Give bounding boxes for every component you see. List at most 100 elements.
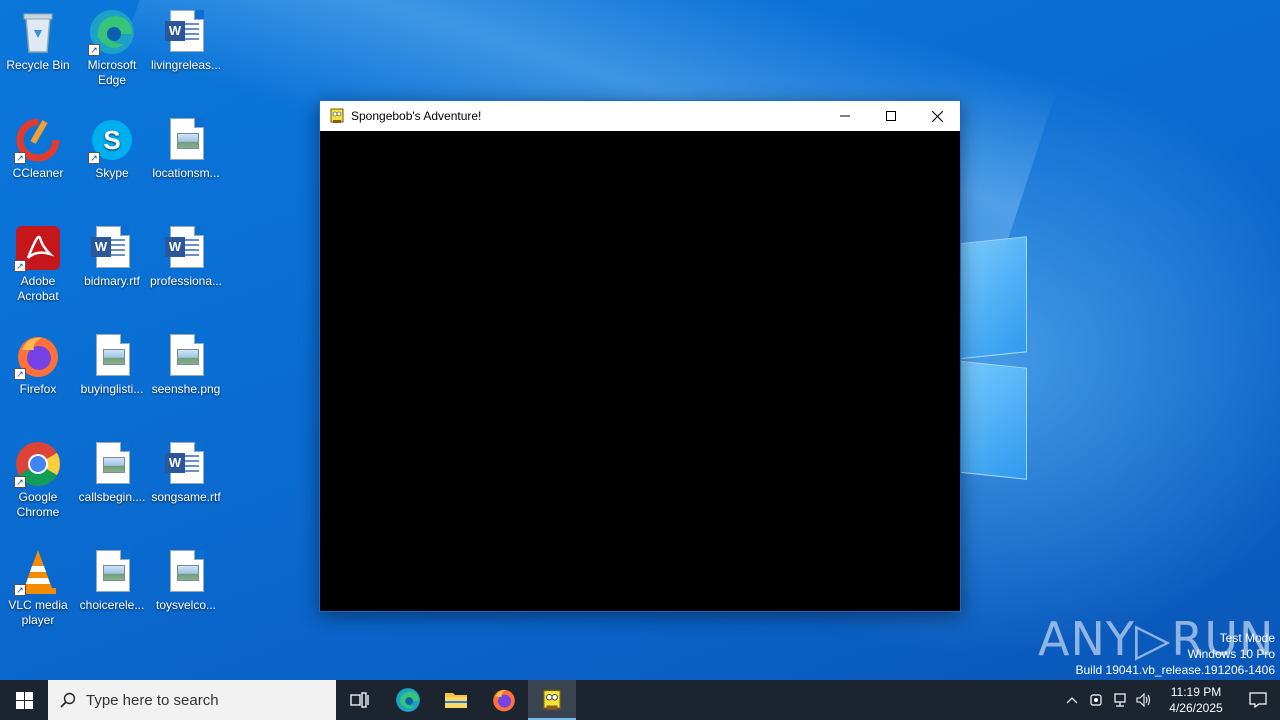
tray-app-icon [1090, 694, 1102, 706]
minimize-button[interactable] [822, 101, 868, 131]
desktop-icon-microsoft-edge[interactable]: ↗ Microsoft Edge [74, 8, 150, 88]
show-hidden-icons-button[interactable] [1060, 680, 1084, 720]
desktop-icon-seenshe-png[interactable]: seenshe.png [148, 332, 224, 397]
desktop-icon-label: callsbegin.... [78, 490, 146, 504]
desktop-icon-label: CCleaner [12, 166, 64, 180]
word-doc-icon: W [162, 440, 210, 488]
desktop-icon-callsbegin[interactable]: callsbegin.... [74, 440, 150, 505]
volume-icon [1136, 693, 1151, 707]
desktop-icon-choicerele[interactable]: choicerele... [74, 548, 150, 613]
windows-edition-label: Windows 10 Pro [1187, 647, 1275, 661]
taskbar: Type here to search 11:19 PM 4/26/2025 [0, 680, 1280, 720]
windows-start-icon [15, 691, 33, 709]
close-icon [931, 110, 943, 122]
app-window[interactable]: Spongebob's Adventure! [319, 100, 961, 612]
desktop-icon-label: Google Chrome [16, 490, 60, 519]
desktop-icon-locationsm[interactable]: locationsm... [148, 116, 224, 181]
tray-app-button[interactable] [1084, 680, 1108, 720]
action-center-button[interactable] [1236, 680, 1280, 720]
maximize-button[interactable] [868, 101, 914, 131]
desktop-icon-label: Microsoft Edge [87, 58, 137, 87]
notification-icon [1249, 692, 1267, 708]
close-button[interactable] [914, 101, 960, 131]
edge-icon: ↗ [88, 8, 136, 56]
desktop-icon-label: songsame.rtf [151, 490, 221, 504]
desktop-icon-ccleaner[interactable]: ↗ CCleaner [0, 116, 76, 181]
taskbar-file-explorer[interactable] [432, 680, 480, 720]
desktop-icon-label: locationsm... [152, 166, 220, 180]
desktop-icon-adobe-acrobat[interactable]: ↗ Adobe Acrobat [0, 224, 76, 304]
chrome-icon: ↗ [14, 440, 62, 488]
task-view-icon [350, 692, 369, 708]
desktop-icon-songsame-rtf[interactable]: W songsame.rtf [148, 440, 224, 505]
image-file-icon [162, 116, 210, 164]
maximize-icon [886, 111, 896, 121]
firefox-icon [493, 689, 515, 712]
image-file-icon [162, 332, 210, 380]
spongebob-app-icon [330, 108, 344, 123]
start-button[interactable] [0, 680, 48, 720]
desktop-icon-label: Firefox [19, 382, 57, 396]
edge-icon [396, 688, 420, 712]
minimize-icon [840, 115, 850, 117]
word-doc-icon: W [162, 8, 210, 56]
desktop-icon-label: bidmary.rtf [84, 274, 140, 288]
desktop-icon-label: VLC media player [8, 598, 68, 627]
desktop-icon-label: Recycle Bin [6, 58, 70, 72]
desktop-icon-toysvelco[interactable]: toysvelco... [148, 548, 224, 613]
chevron-up-icon [1066, 697, 1078, 704]
clock-time: 11:19 PM [1170, 685, 1222, 699]
desktop-icon-label: toysvelco... [155, 598, 217, 612]
task-view-button[interactable] [336, 680, 384, 720]
spongebob-app-icon [543, 689, 561, 710]
test-mode-label: Test Mode [1219, 631, 1275, 645]
taskbar-spongebob-adventure[interactable] [528, 680, 576, 720]
build-label: Build 19041.vb_release.191206-1406 [1075, 663, 1276, 677]
word-doc-icon: W [88, 224, 136, 272]
taskbar-firefox[interactable] [480, 680, 528, 720]
window-title: Spongebob's Adventure! [351, 109, 482, 123]
search-placeholder: Type here to search [86, 691, 219, 709]
volume-button[interactable] [1132, 680, 1156, 720]
shortcut-arrow-icon: ↗ [14, 260, 26, 272]
shortcut-arrow-icon: ↗ [14, 152, 26, 164]
image-file-icon [88, 440, 136, 488]
desktop-icon-label: seenshe.png [151, 382, 221, 396]
taskbar-clock[interactable]: 11:19 PM 4/26/2025 [1156, 684, 1236, 716]
shortcut-arrow-icon: ↗ [88, 44, 100, 56]
desktop-icon-buyinglisti[interactable]: buyinglisti... [74, 332, 150, 397]
network-icon [1114, 693, 1126, 707]
desktop-icon-professiona[interactable]: W professiona... [148, 224, 224, 289]
skype-icon: S ↗ [88, 116, 136, 164]
folder-icon [445, 693, 467, 708]
taskbar-search-box[interactable]: Type here to search [48, 680, 336, 720]
desktop-icon-skype[interactable]: S ↗ Skype [74, 116, 150, 181]
desktop-icon-label: buyinglisti... [80, 382, 144, 396]
desktop-icon-label: professiona... [149, 274, 223, 288]
ccleaner-icon: ↗ [14, 116, 62, 164]
shortcut-arrow-icon: ↗ [88, 152, 100, 164]
desktop-icon-vlc[interactable]: ↗ VLC media player [0, 548, 76, 628]
taskbar-edge[interactable] [384, 680, 432, 720]
desktop-icon-label: Skype [95, 166, 129, 180]
desktop-icon-bidmary-rtf[interactable]: W bidmary.rtf [74, 224, 150, 289]
clock-date: 4/26/2025 [1169, 701, 1223, 715]
vlc-icon: ↗ [14, 548, 62, 596]
network-button[interactable] [1108, 680, 1132, 720]
shortcut-arrow-icon: ↗ [14, 476, 26, 488]
acrobat-icon: ↗ [14, 224, 62, 272]
desktop-icon-recycle-bin[interactable]: Recycle Bin [0, 8, 76, 73]
desktop-icon-livingreleas[interactable]: W livingreleas... [148, 8, 224, 73]
desktop-icon-label: Adobe Acrobat [17, 274, 59, 303]
image-file-icon [162, 548, 210, 596]
system-info-overlay: Test Mode Windows 10 Pro Build 19041.vb_… [1076, 630, 1276, 678]
recycle-bin-icon [14, 8, 62, 56]
firefox-icon: ↗ [14, 332, 62, 380]
search-icon [60, 692, 76, 708]
window-titlebar[interactable]: Spongebob's Adventure! [320, 101, 960, 131]
image-file-icon [88, 548, 136, 596]
shortcut-arrow-icon: ↗ [14, 368, 26, 380]
desktop-icon-google-chrome[interactable]: ↗ Google Chrome [0, 440, 76, 520]
window-client-area[interactable] [320, 131, 960, 611]
desktop-icon-firefox[interactable]: ↗ Firefox [0, 332, 76, 397]
